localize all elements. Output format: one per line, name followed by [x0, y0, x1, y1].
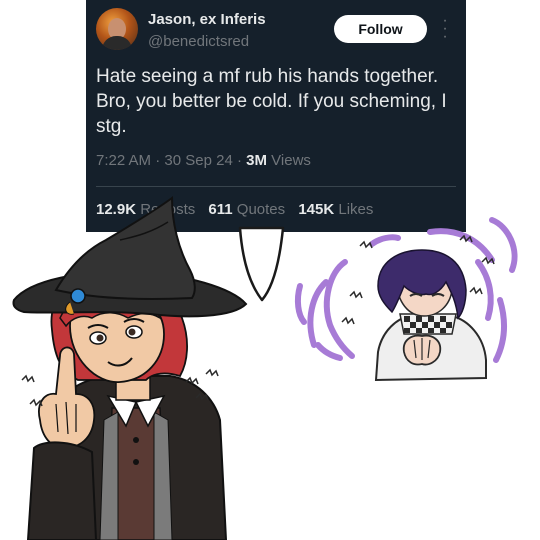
speech-bubble-tail [238, 226, 285, 302]
left-character [12, 196, 248, 540]
drawing-overlay [12, 196, 518, 540]
right-character [294, 217, 518, 382]
